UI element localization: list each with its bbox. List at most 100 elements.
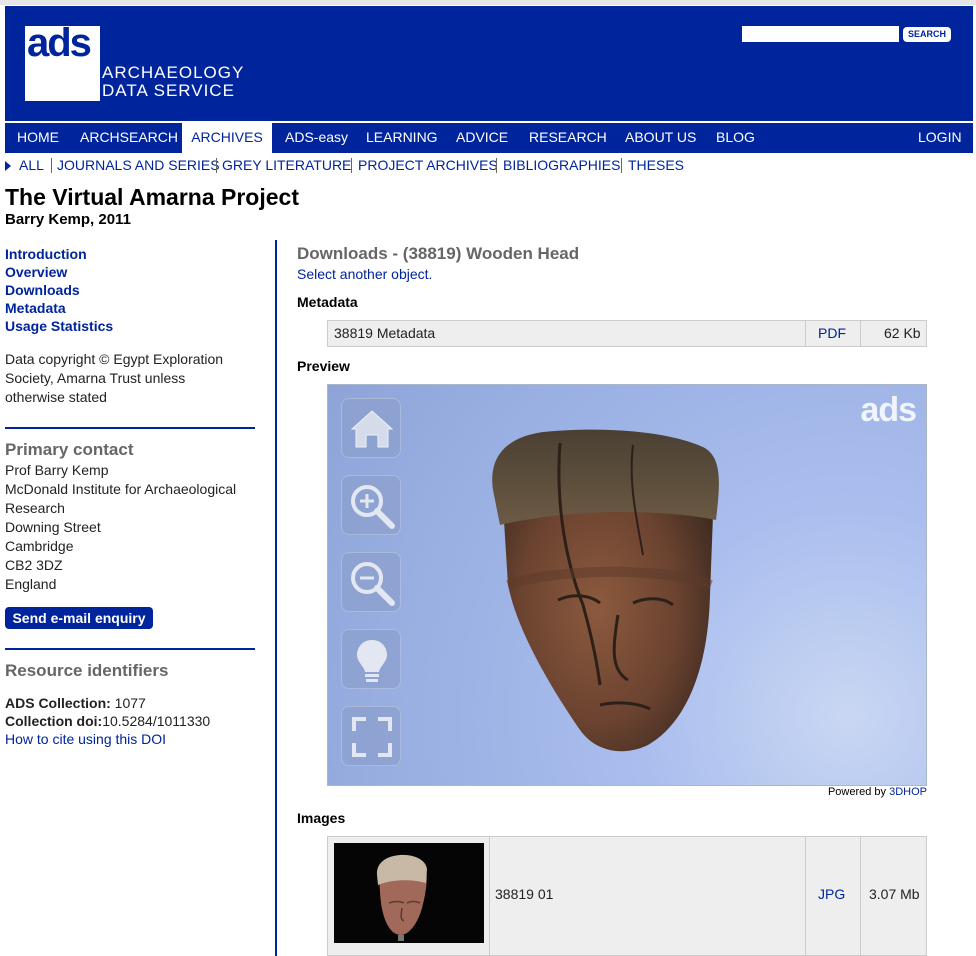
table-divider xyxy=(860,837,861,955)
wooden-head-thumbnail xyxy=(376,854,427,941)
ads-collection-value: 1077 xyxy=(114,695,146,711)
contact-line: England xyxy=(5,576,57,592)
viewer-fullscreen-button[interactable] xyxy=(341,706,401,766)
send-email-button[interactable]: Send e-mail enquiry xyxy=(5,607,153,629)
ads-collection-label: ADS Collection: xyxy=(5,695,111,711)
divider xyxy=(216,158,217,173)
viewer-light-button[interactable] xyxy=(341,629,401,689)
home-icon xyxy=(350,410,394,448)
nav-research[interactable]: RESEARCH xyxy=(529,123,607,153)
image-file-name: 38819 01 xyxy=(495,886,554,902)
subnav-grey-literature[interactable]: GREY LITERATURE xyxy=(222,156,351,174)
nav-learning[interactable]: LEARNING xyxy=(366,123,438,153)
logo-line-1: ARCHAEOLOGY xyxy=(102,63,245,82)
sidebar-link-downloads[interactable]: Downloads xyxy=(5,282,80,298)
wooden-head-model[interactable] xyxy=(328,385,927,786)
image-jpg-link[interactable]: JPG xyxy=(818,837,845,955)
preview-heading: Preview xyxy=(297,358,350,374)
viewer-zoom-in-button[interactable] xyxy=(341,475,401,535)
nav-archsearch[interactable]: ARCHSEARCH xyxy=(80,123,178,153)
contact-line: CB2 3DZ xyxy=(5,557,63,573)
subnav-project-archives[interactable]: PROJECT ARCHIVES xyxy=(358,156,498,174)
primary-contact-heading: Primary contact xyxy=(5,440,134,459)
table-divider xyxy=(805,321,806,346)
subnav-bibliographies[interactable]: BIBLIOGRAPHIES xyxy=(503,156,620,174)
nav-archives[interactable]: ARCHIVES xyxy=(182,123,272,153)
nav-ads-easy[interactable]: ADS-easy xyxy=(285,123,348,153)
image-file-size: 3.07 Mb xyxy=(869,886,920,902)
divider xyxy=(621,158,622,173)
metadata-table: 38819 Metadata PDF 62 Kb xyxy=(327,320,927,347)
viewer-ads-logo: ads xyxy=(860,391,917,429)
metadata-heading: Metadata xyxy=(297,294,358,310)
metadata-file-size: 62 Kb xyxy=(884,325,921,341)
page-subtitle: Barry Kemp, 2011 xyxy=(5,211,131,228)
powered-by: Powered by 3DHOP xyxy=(297,786,927,798)
zoom-in-icon xyxy=(351,485,395,529)
sidebar-link-usage-statistics[interactable]: Usage Statistics xyxy=(5,318,113,334)
logo-text: ads xyxy=(27,21,92,65)
nav-home[interactable]: HOME xyxy=(17,123,59,153)
table-divider xyxy=(489,837,490,955)
contact-line: Prof Barry Kemp xyxy=(5,462,109,478)
copyright-line: otherwise stated xyxy=(5,389,107,405)
metadata-file-name: 38819 Metadata xyxy=(334,325,436,341)
select-another-object-link[interactable]: Select another object. xyxy=(297,266,432,282)
sidebar-divider xyxy=(5,648,255,650)
contact-line: McDonald Institute for Archaeological xyxy=(5,481,237,497)
site-header: ads ARCHAEOLOGY DATA SERVICE SEARCH xyxy=(5,6,973,121)
logo-subtitle: ARCHAEOLOGY DATA SERVICE xyxy=(102,64,244,100)
metadata-pdf-link[interactable]: PDF xyxy=(818,321,846,346)
subnav-journals[interactable]: JOURNALS AND SERIES xyxy=(57,156,220,174)
3d-viewer[interactable]: ads xyxy=(327,384,927,786)
table-divider xyxy=(860,321,861,346)
subnav-theses[interactable]: THESES xyxy=(628,156,684,174)
contact-line: Research xyxy=(5,500,65,516)
search-button[interactable]: SEARCH xyxy=(903,27,952,42)
contact-line: Downing Street xyxy=(5,519,101,535)
column-divider xyxy=(275,240,277,956)
zoom-out-icon xyxy=(351,562,395,606)
image-thumbnail[interactable] xyxy=(334,843,484,943)
viewer-zoom-out-button[interactable] xyxy=(341,552,401,612)
nav-login[interactable]: LOGIN xyxy=(918,123,962,153)
downloads-title: Downloads - (38819) Wooden Head xyxy=(297,244,580,263)
resource-identifiers-heading: Resource identifiers xyxy=(5,661,169,680)
subnav-all[interactable]: ALL xyxy=(19,156,44,174)
logo-line-2: DATA SERVICE xyxy=(102,81,235,100)
divider xyxy=(351,158,352,173)
copyright-text: Data copyright © Egypt Exploration Socie… xyxy=(5,350,223,407)
cite-doi-link[interactable]: How to cite using this DOI xyxy=(5,730,166,749)
images-table: 38819 01 JPG 3.07 Mb xyxy=(327,836,927,956)
contact-line: Cambridge xyxy=(5,538,74,554)
nav-about-us[interactable]: ABOUT US xyxy=(625,123,696,153)
sidebar-link-introduction[interactable]: Introduction xyxy=(5,246,87,262)
sidebar-divider xyxy=(5,427,255,429)
contact-address: Prof Barry Kemp McDonald Institute for A… xyxy=(5,461,236,594)
main-nav: HOME ARCHSEARCH ARCHIVES ADS-easy LEARNI… xyxy=(5,123,973,153)
nav-blog[interactable]: BLOG xyxy=(716,123,755,153)
copyright-line: Data copyright © Egypt Exploration xyxy=(5,351,224,367)
collection-doi-label: Collection doi: xyxy=(5,713,103,729)
ads-logo[interactable]: ads xyxy=(25,21,100,101)
copyright-line: Society, Amarna Trust unless xyxy=(5,370,186,386)
fullscreen-icon xyxy=(352,717,392,757)
top-border xyxy=(0,0,976,5)
divider xyxy=(496,158,497,173)
nav-advice[interactable]: ADVICE xyxy=(456,123,508,153)
divider xyxy=(51,158,52,173)
search-input[interactable] xyxy=(742,26,899,42)
collection-doi-value: 10.5284/1011330 xyxy=(102,713,211,729)
sidebar-link-metadata[interactable]: Metadata xyxy=(5,300,66,316)
3dhop-link[interactable]: 3DHOP xyxy=(889,786,927,798)
page-title: The Virtual Amarna Project xyxy=(5,184,299,210)
collection-doi-row: Collection doi:10.5284/1011330 xyxy=(5,712,210,731)
sidebar-link-overview[interactable]: Overview xyxy=(5,264,67,280)
viewer-home-button[interactable] xyxy=(341,398,401,458)
play-arrow-icon xyxy=(5,161,11,171)
light-bulb-icon xyxy=(357,640,387,682)
images-heading: Images xyxy=(297,810,346,826)
powered-by-text: Powered by xyxy=(827,786,887,798)
table-divider xyxy=(805,837,806,955)
ads-collection-row: ADS Collection: 1077 xyxy=(5,694,146,713)
